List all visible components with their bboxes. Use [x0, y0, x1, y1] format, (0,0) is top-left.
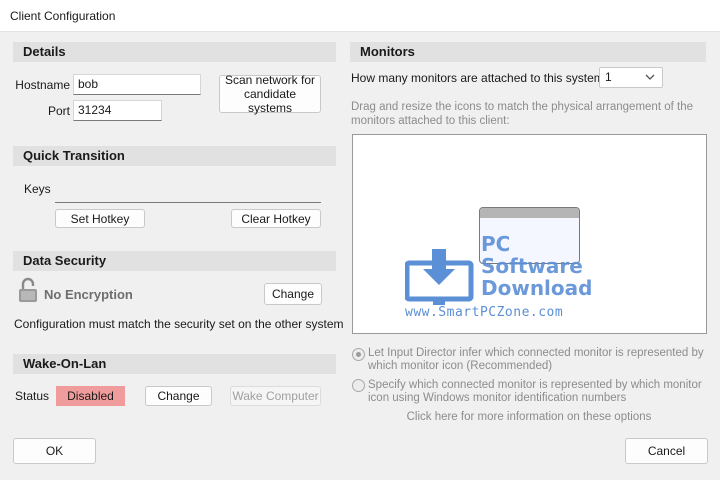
wol-status-label: Status: [15, 389, 50, 403]
hostname-field[interactable]: bob: [73, 74, 201, 95]
change-wol-button[interactable]: Change: [145, 386, 212, 406]
keys-field[interactable]: [55, 202, 321, 203]
quick-transition-header: Quick Transition: [13, 146, 336, 166]
cancel-button[interactable]: Cancel: [625, 438, 708, 464]
monitor-icon[interactable]: [479, 207, 580, 264]
radio-infer-monitor[interactable]: [352, 348, 365, 361]
monitor-count-label: How many monitors are attached to this s…: [351, 71, 604, 85]
title-bar: Client Configuration: [0, 0, 720, 32]
clear-hotkey-button[interactable]: Clear Hotkey: [231, 209, 321, 228]
unlocked-padlock-icon: [18, 277, 38, 303]
radio-specify-monitor[interactable]: [352, 379, 365, 392]
scan-network-button[interactable]: Scan network for candidate systems: [219, 73, 321, 115]
port-label: Port: [47, 104, 70, 118]
radio-specify-label: Specify which connected monitor is repre…: [368, 379, 702, 404]
monitors-header: Monitors: [350, 42, 706, 62]
wol-status-badge: Disabled: [56, 386, 125, 406]
wake-on-lan-header: Wake-On-Lan: [13, 354, 336, 374]
info-link[interactable]: Click here for more information on these…: [352, 411, 706, 423]
watermark-url: www.SmartPCZone.com: [405, 305, 564, 320]
monitor-instructions: Drag and resize the icons to match the p…: [351, 101, 693, 127]
watermark-line3: Download: [481, 276, 593, 300]
monitor-count-select[interactable]: 1: [599, 67, 663, 88]
dialog-body: Details Hostname bob Port 31234 Scan net…: [0, 32, 720, 480]
window-title: Client Configuration: [10, 9, 116, 23]
monitor-count-value: 1: [605, 70, 612, 84]
download-monitor-icon: [405, 249, 474, 305]
chevron-down-icon: [644, 70, 656, 84]
encryption-status: No Encryption: [44, 287, 133, 302]
change-security-button[interactable]: Change: [264, 283, 322, 305]
security-note: Configuration must match the security se…: [14, 317, 344, 331]
port-field[interactable]: 31234: [73, 100, 162, 121]
keys-label: Keys: [24, 182, 51, 196]
set-hotkey-button[interactable]: Set Hotkey: [55, 209, 145, 228]
wake-computer-button[interactable]: Wake Computer: [230, 386, 321, 406]
ok-button[interactable]: OK: [13, 438, 96, 464]
monitor-arrangement-area[interactable]: PC Software Download www.SmartPCZone.com: [352, 134, 707, 334]
details-header: Details: [13, 42, 336, 62]
hostname-label: Hostname: [15, 78, 70, 92]
monitor-title-bar: [480, 208, 579, 218]
data-security-header: Data Security: [13, 251, 336, 271]
radio-infer-label: Let Input Director infer which connected…: [368, 347, 704, 372]
